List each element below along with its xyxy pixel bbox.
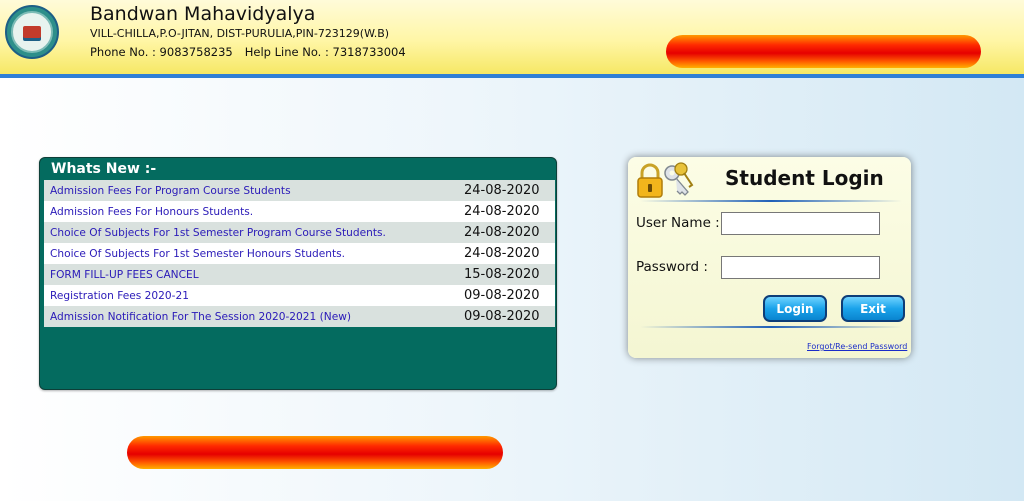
news-link[interactable]: Registration Fees 2020-21 (50, 290, 189, 302)
news-date: 09-08-2020 (464, 309, 540, 324)
site-header: Bandwan Mahavidyalya VILL-CHILLA,P.O-JIT… (0, 0, 1024, 78)
news-item: Choice Of Subjects For 1st Semester Prog… (44, 222, 555, 243)
news-date: 24-08-2020 (464, 246, 540, 261)
news-link[interactable]: Admission Fees For Honours Students. (50, 206, 253, 218)
student-login-panel: Student Login User Name : Password : Log… (628, 157, 911, 358)
news-date: 15-08-2020 (464, 267, 540, 282)
news-item: Registration Fees 2020-21 09-08-2020 (44, 285, 555, 306)
news-date: 24-08-2020 (464, 204, 540, 219)
news-link[interactable]: Admission Notification For The Session 2… (50, 311, 351, 323)
news-date: 24-08-2020 (464, 225, 540, 240)
site-name: Bandwan Mahavidyalya (90, 3, 316, 25)
username-input[interactable] (721, 212, 880, 235)
whats-new-panel: Whats New :- Admission Fees For Program … (39, 157, 557, 390)
news-link[interactable]: FORM FILL-UP FEES CANCEL (50, 269, 199, 281)
password-label: Password : (636, 259, 708, 275)
site-address: VILL-CHILLA,P.O-JITAN, DIST-PURULIA,PIN-… (90, 27, 390, 40)
college-emblem-icon (5, 5, 59, 59)
username-label: User Name : (636, 215, 720, 231)
whats-new-title: Whats New :- (51, 161, 157, 177)
divider (640, 200, 902, 202)
exit-button[interactable]: Exit (841, 295, 905, 322)
contact-line: Phone No. : 9083758235 Help Line No. : 73… (90, 45, 406, 59)
phone-number: Phone No. : 9083758235 (90, 45, 233, 59)
news-item: Admission Fees For Program Course Studen… (44, 180, 555, 201)
news-link[interactable]: Choice Of Subjects For 1st Semester Prog… (50, 227, 386, 239)
news-item: Choice Of Subjects For 1st Semester Hono… (44, 243, 555, 264)
news-item: FORM FILL-UP FEES CANCEL 15-08-2020 (44, 264, 555, 285)
helpline-number: Help Line No. : 7318733004 (244, 45, 406, 59)
header-marquee-bar (666, 35, 981, 68)
news-date: 24-08-2020 (464, 183, 540, 198)
news-link[interactable]: Admission Fees For Program Course Studen… (50, 185, 291, 197)
forgot-password-link[interactable]: Forgot/Re-send Password (807, 342, 907, 351)
login-button[interactable]: Login (763, 295, 827, 322)
news-item: Admission Notification For The Session 2… (44, 306, 555, 327)
news-date: 09-08-2020 (464, 288, 540, 303)
lock-and-keys-icon (637, 162, 694, 198)
divider (640, 326, 902, 328)
footer-marquee-bar (127, 436, 503, 469)
whats-new-list: Admission Fees For Program Course Studen… (44, 180, 555, 327)
news-link[interactable]: Choice Of Subjects For 1st Semester Hono… (50, 248, 345, 260)
password-input[interactable] (721, 256, 880, 279)
news-item: Admission Fees For Honours Students. 24-… (44, 201, 555, 222)
login-title: Student Login (725, 166, 884, 190)
